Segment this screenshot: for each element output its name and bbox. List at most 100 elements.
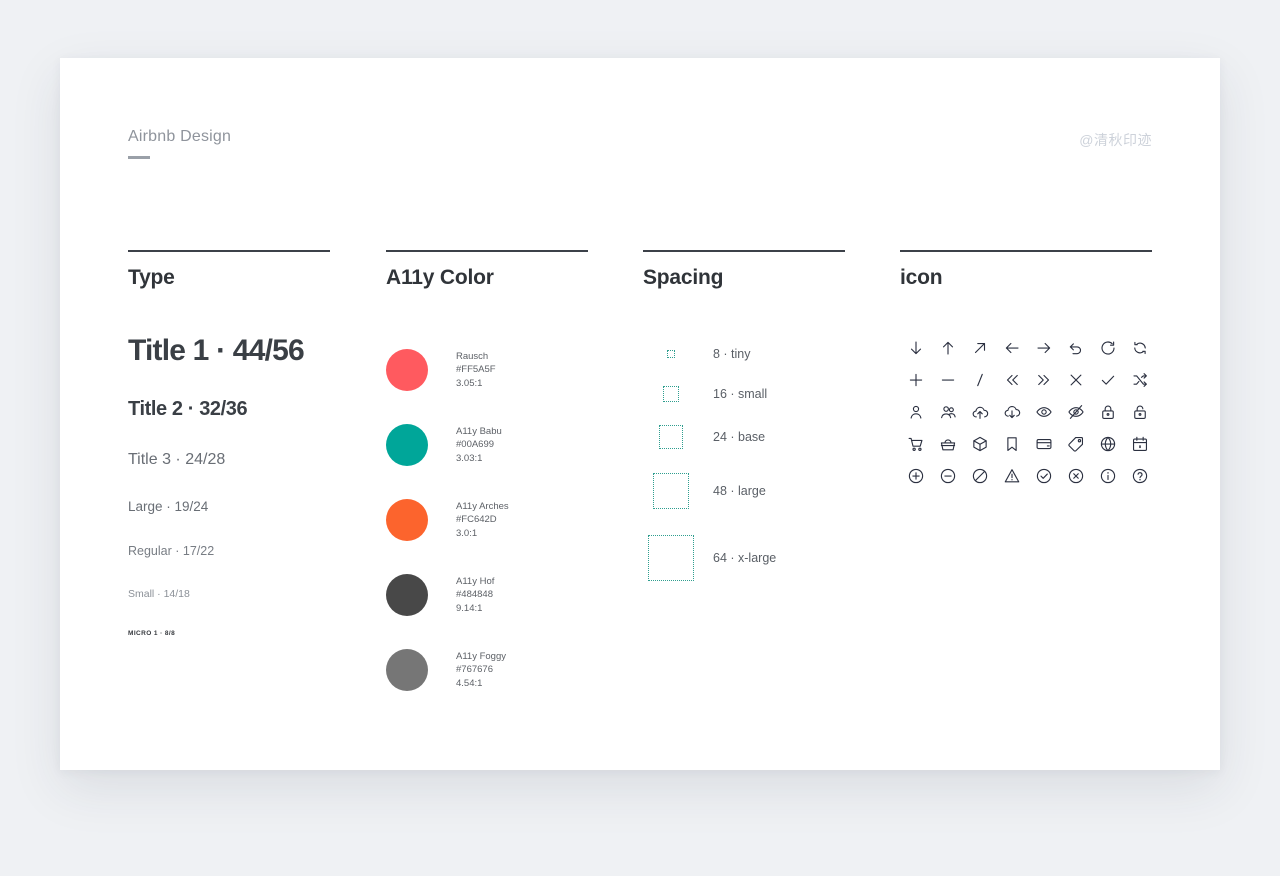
icon-cell[interactable] — [1092, 332, 1124, 364]
slash-icon — [971, 371, 989, 389]
icon-cell[interactable] — [996, 460, 1028, 492]
credit-card-icon — [1035, 435, 1053, 453]
icon-cell[interactable] — [964, 428, 996, 460]
icon-cell[interactable] — [932, 396, 964, 428]
icon-cell[interactable] — [1124, 428, 1156, 460]
color-name: A11y Arches — [456, 500, 509, 512]
spacing-box-wrap — [643, 473, 699, 509]
cloud-download-icon — [1003, 403, 1021, 421]
icon-cell[interactable] — [1060, 396, 1092, 428]
type-sample: MICRO 1 · 8/8 — [128, 630, 176, 637]
icon-cell[interactable] — [996, 332, 1028, 364]
column-title-spacing: Spacing — [643, 266, 724, 289]
info-circle-icon — [1099, 467, 1117, 485]
shopping-cart-icon — [907, 435, 925, 453]
x-circle-icon — [1067, 467, 1085, 485]
shuffle-icon — [1131, 371, 1149, 389]
color-contrast: 3.0:1 — [456, 527, 478, 539]
icon-cell[interactable] — [1060, 364, 1092, 396]
color-contrast: 4.54:1 — [456, 677, 483, 689]
column-title-icon: icon — [900, 266, 943, 289]
icon-cell[interactable] — [996, 364, 1028, 396]
spacing-box — [659, 425, 683, 449]
icon-cell[interactable] — [1124, 332, 1156, 364]
sync-icon — [1131, 339, 1149, 357]
spacing-box — [667, 350, 675, 358]
arrow-up-icon — [939, 339, 957, 357]
icon-cell[interactable] — [932, 364, 964, 396]
icon-grid — [900, 332, 1152, 492]
chevrons-left-icon — [1003, 371, 1021, 389]
arrow-up-right-icon — [971, 339, 989, 357]
tag-icon — [1067, 435, 1085, 453]
icon-cell[interactable] — [1124, 364, 1156, 396]
icon-cell[interactable] — [1124, 396, 1156, 428]
icon-cell[interactable] — [1124, 460, 1156, 492]
arrow-left-icon — [1003, 339, 1021, 357]
lock-icon — [1099, 403, 1117, 421]
brand-title: Airbnb Design — [128, 128, 232, 145]
users-icon — [939, 403, 957, 421]
icon-cell[interactable] — [964, 332, 996, 364]
screen: Airbnb Design @清秋印迹 Type Title 1 · 44/56… — [0, 0, 1280, 876]
icon-cell[interactable] — [900, 332, 932, 364]
icon-cell[interactable] — [932, 332, 964, 364]
spacing-token-row: 24 · base — [643, 414, 845, 460]
color-hex: #00A699 — [456, 439, 495, 451]
icon-cell[interactable] — [1092, 364, 1124, 396]
type-sample: Large · 19/24 — [128, 499, 209, 514]
color-hex: #767676 — [456, 664, 493, 676]
spacing-label: 48 · large — [713, 484, 766, 498]
icon-cell[interactable] — [900, 428, 932, 460]
icon-cell[interactable] — [900, 396, 932, 428]
spacing-box-wrap — [643, 425, 699, 449]
icon-cell[interactable] — [1028, 428, 1060, 460]
icon-cell[interactable] — [1092, 460, 1124, 492]
icon-cell[interactable] — [932, 428, 964, 460]
color-name: A11y Babu — [456, 425, 502, 437]
icon-cell[interactable] — [1028, 396, 1060, 428]
spacing-token-list: 8 · tiny 16 · small 24 · base 48 · large — [643, 334, 845, 594]
brand-underline — [128, 156, 150, 159]
plus-icon — [907, 371, 925, 389]
icon-cell[interactable] — [996, 428, 1028, 460]
icon-cell[interactable] — [932, 460, 964, 492]
color-dot — [386, 649, 428, 691]
icon-cell[interactable] — [1060, 460, 1092, 492]
icon-cell[interactable] — [1092, 428, 1124, 460]
color-swatch-row: A11y Hof #484848 9.14:1 — [386, 559, 588, 631]
bookmark-icon — [1003, 435, 1021, 453]
column-title-color: A11y Color — [386, 266, 494, 289]
color-swatch-row: A11y Foggy #767676 4.54:1 — [386, 634, 588, 706]
icon-cell[interactable] — [1028, 364, 1060, 396]
check-icon — [1099, 371, 1117, 389]
icon-cell[interactable] — [900, 460, 932, 492]
icon-cell[interactable] — [996, 396, 1028, 428]
icon-cell[interactable] — [964, 460, 996, 492]
icon-cell[interactable] — [1060, 332, 1092, 364]
spacing-box-wrap — [643, 350, 699, 358]
icon-cell[interactable] — [1028, 460, 1060, 492]
icon-cell[interactable] — [1060, 428, 1092, 460]
arrow-down-icon — [907, 339, 925, 357]
user-icon — [907, 403, 925, 421]
spacing-box-wrap — [643, 535, 699, 581]
color-dot — [386, 499, 428, 541]
cloud-upload-icon — [971, 403, 989, 421]
icon-cell[interactable] — [1092, 396, 1124, 428]
color-dot — [386, 574, 428, 616]
icon-cell[interactable] — [1028, 332, 1060, 364]
icon-cell[interactable] — [900, 364, 932, 396]
color-meta: A11y Arches #FC642D 3.0:1 — [456, 500, 509, 541]
check-circle-icon — [1035, 467, 1053, 485]
icon-cell[interactable] — [964, 364, 996, 396]
color-name: Rausch — [456, 350, 489, 362]
icon-cell[interactable] — [964, 396, 996, 428]
type-sample-list: Title 1 · 44/56 Title 2 · 32/36 Title 3 … — [128, 334, 330, 637]
type-sample: Title 2 · 32/36 — [128, 398, 248, 420]
type-sample: Small · 14/18 — [128, 588, 190, 600]
type-sample: Title 1 · 44/56 — [128, 334, 305, 367]
spacing-label: 8 · tiny — [713, 347, 751, 361]
color-meta: A11y Foggy #767676 4.54:1 — [456, 650, 506, 691]
eye-off-icon — [1067, 403, 1085, 421]
